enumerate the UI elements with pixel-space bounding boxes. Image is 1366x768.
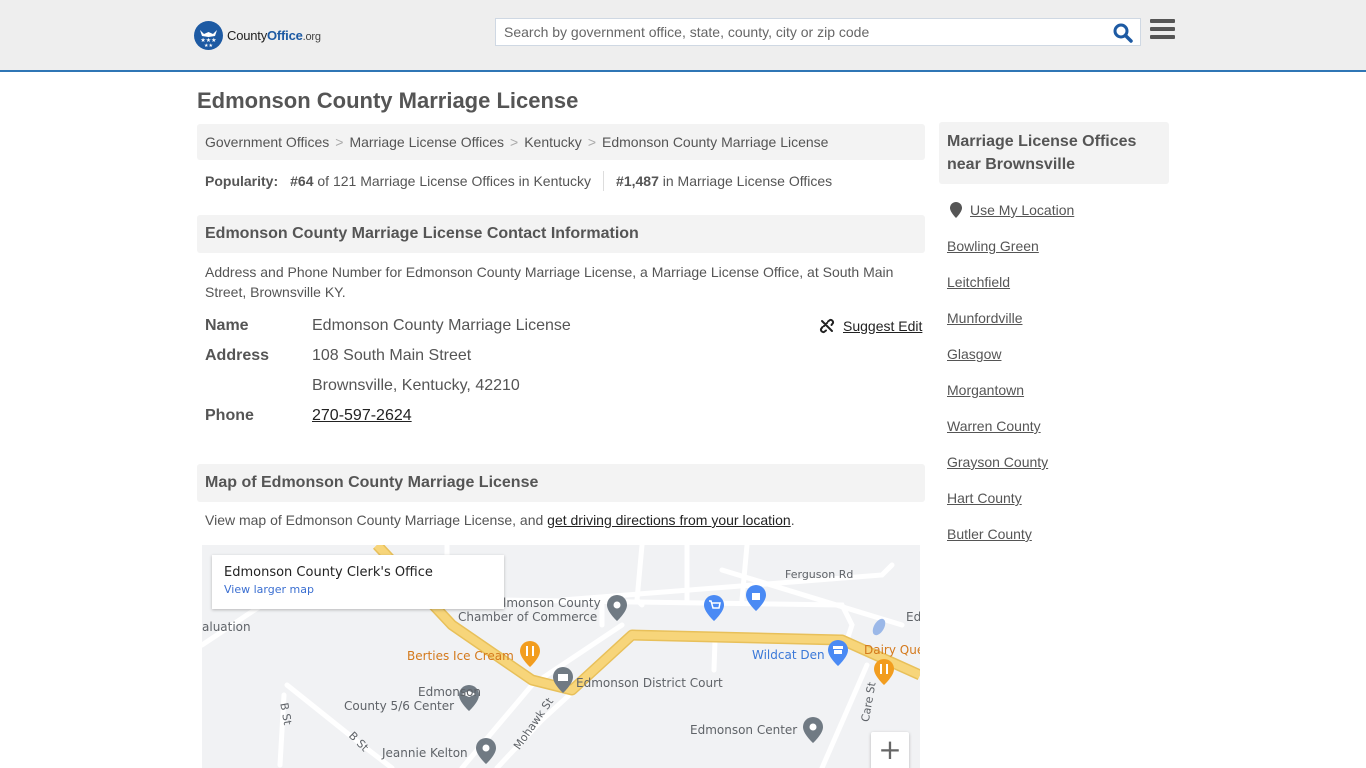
logo-office: Office [267, 27, 303, 43]
svg-text:★★: ★★ [204, 43, 213, 49]
broken-link-icon [819, 318, 835, 334]
info-row-phone: Phone 270-597-2624 [205, 407, 412, 425]
view-larger-map-link[interactable]: View larger map [224, 583, 492, 596]
map-heading: Map of Edmonson County Marriage License [197, 464, 925, 502]
menu-bar [1150, 19, 1175, 23]
nearby-office-link[interactable]: Glasgow [947, 346, 1048, 382]
store-pin-icon[interactable] [828, 640, 848, 666]
info-row-address: Address 108 South Main Street [205, 347, 471, 365]
address-label: Address [205, 347, 270, 364]
search-bar [495, 18, 1141, 46]
name-label: Name [205, 317, 249, 334]
nearby-office-link[interactable]: Butler County [947, 526, 1048, 562]
breadcrumb-kentucky[interactable]: Kentucky [524, 134, 582, 150]
site-logo[interactable]: ★★★ ★★ CountyOffice.org [194, 20, 321, 50]
site-header: ★★★ ★★ CountyOffice.org [0, 0, 1366, 72]
state-rank-text: of 121 Marriage License Offices in Kentu… [317, 173, 592, 189]
driving-directions-link[interactable]: get driving directions from your locatio… [547, 512, 791, 528]
info-row-address2: Brownsville, Kentucky, 42210 [205, 377, 520, 395]
map-label-chamber: lmonson County [503, 596, 601, 610]
shopping-cart-pin-icon[interactable] [704, 595, 724, 621]
map-label-edmonson-center: Edmonson Center [690, 723, 798, 737]
map-description: View map of Edmonson County Marriage Lic… [205, 510, 920, 530]
restaurant-pin-icon[interactable] [520, 641, 540, 667]
divider [603, 171, 605, 191]
nearby-office-link[interactable]: Bowling Green [947, 238, 1048, 274]
popularity-bar: Popularity: #64 of 121 Marriage License … [205, 171, 833, 191]
hamburger-menu-icon[interactable] [1150, 19, 1175, 41]
nearby-office-link[interactable]: Warren County [947, 418, 1048, 454]
map-label-district-court: Edmonson District Court [576, 676, 723, 690]
breadcrumb-current: Edmonson County Marriage License [602, 134, 829, 150]
breadcrumb-government-offices[interactable]: Government Offices [205, 134, 329, 150]
logo-org: .org [302, 30, 321, 43]
nearby-office-link[interactable]: Hart County [947, 490, 1048, 526]
menu-bar [1150, 27, 1175, 31]
courthouse-pin-icon[interactable] [553, 667, 573, 693]
place-pin-icon[interactable] [476, 738, 496, 764]
map-label-jeannie-kelton: Jeannie Kelton [382, 746, 468, 760]
national-rank-text: in Marriage License Offices [662, 173, 833, 189]
map-description-text: View map of Edmonson County Marriage Lic… [205, 512, 548, 528]
map-label-dairy-queen: Dairy Que [864, 643, 920, 657]
contact-info-heading: Edmonson County Marriage License Contact… [197, 215, 925, 253]
nearby-offices-list: Bowling Green Leitchfield Munfordville G… [947, 238, 1048, 562]
map-label-chamber-2: Chamber of Commerce [458, 610, 598, 624]
nearby-office-link[interactable]: Grayson County [947, 454, 1048, 490]
map-label-ed: Ed [906, 610, 920, 624]
name-value: Edmonson County Marriage License [312, 317, 571, 334]
nearby-office-link[interactable]: Munfordville [947, 310, 1048, 346]
search-icon [1113, 23, 1133, 43]
nearby-office-link[interactable]: Morgantown [947, 382, 1048, 418]
national-rank: #1,487 [616, 173, 659, 189]
breadcrumb-separator: > [335, 134, 344, 150]
breadcrumb-separator: > [587, 134, 596, 150]
address-line1: 108 South Main Street [312, 347, 472, 364]
map-card-title: Edmonson County Clerk's Office [224, 565, 433, 580]
map-label-berties-ice-cream: Berties Ice Cream [407, 649, 514, 663]
popularity-label: Popularity: [205, 173, 279, 189]
map-label-evaluation: aluation [202, 620, 251, 634]
map-info-card: Edmonson County Clerk's Office View larg… [212, 555, 504, 609]
page-title: Edmonson County Marriage License [197, 88, 579, 113]
suggest-edit-label: Suggest Edit [843, 318, 923, 334]
breadcrumb-separator: > [510, 134, 519, 150]
search-button[interactable] [1112, 22, 1134, 44]
eagle-stars-logo-icon: ★★★ ★★ [194, 20, 223, 50]
state-rank: #64 [290, 173, 314, 189]
use-my-location: Use My Location [950, 202, 1074, 218]
phone-link[interactable]: 270-597-2624 [312, 407, 412, 425]
phone-label: Phone [205, 407, 254, 424]
map-label-5-6-center: Edmonson [418, 685, 482, 699]
menu-bar [1150, 35, 1175, 39]
empty-label [205, 377, 312, 395]
breadcrumb-marriage-license-offices[interactable]: Marriage License Offices [349, 134, 504, 150]
map-description-end: . [790, 512, 795, 528]
contact-description: Address and Phone Number for Edmonson Co… [205, 264, 894, 300]
nearby-office-link[interactable]: Leitchfield [947, 274, 1048, 310]
shopping-bag-pin-icon[interactable] [746, 585, 766, 611]
search-input[interactable] [496, 19, 1096, 45]
logo-text: CountyOffice.org [227, 28, 321, 43]
map-label-ferguson-rd: Ferguson Rd [785, 568, 854, 581]
logo-county: County [227, 27, 267, 43]
location-pin-icon [950, 202, 962, 218]
info-row-name: Name Edmonson County Marriage License [205, 317, 571, 335]
restaurant-pin-icon[interactable] [874, 659, 894, 685]
address-line2: Brownsville, Kentucky, 42210 [312, 377, 520, 394]
map-zoom-in-button[interactable]: + [871, 732, 909, 768]
suggest-edit-link[interactable]: Suggest Edit [819, 318, 922, 334]
chamber-of-commerce-pin-icon[interactable] [607, 595, 627, 621]
sidebar-heading: Marriage License Offices near Brownsvill… [939, 122, 1169, 184]
breadcrumb: Government Offices > Marriage License Offi… [197, 124, 925, 160]
map-label-5-6-center-2: County 5/6 Center [344, 699, 455, 713]
use-my-location-link[interactable]: Use My Location [970, 202, 1074, 218]
embedded-map[interactable]: aluation lmonson County Chamber of Comme… [202, 545, 920, 768]
place-pin-icon[interactable] [803, 717, 823, 743]
map-label-wildcat-den: Wildcat Den [752, 648, 825, 662]
